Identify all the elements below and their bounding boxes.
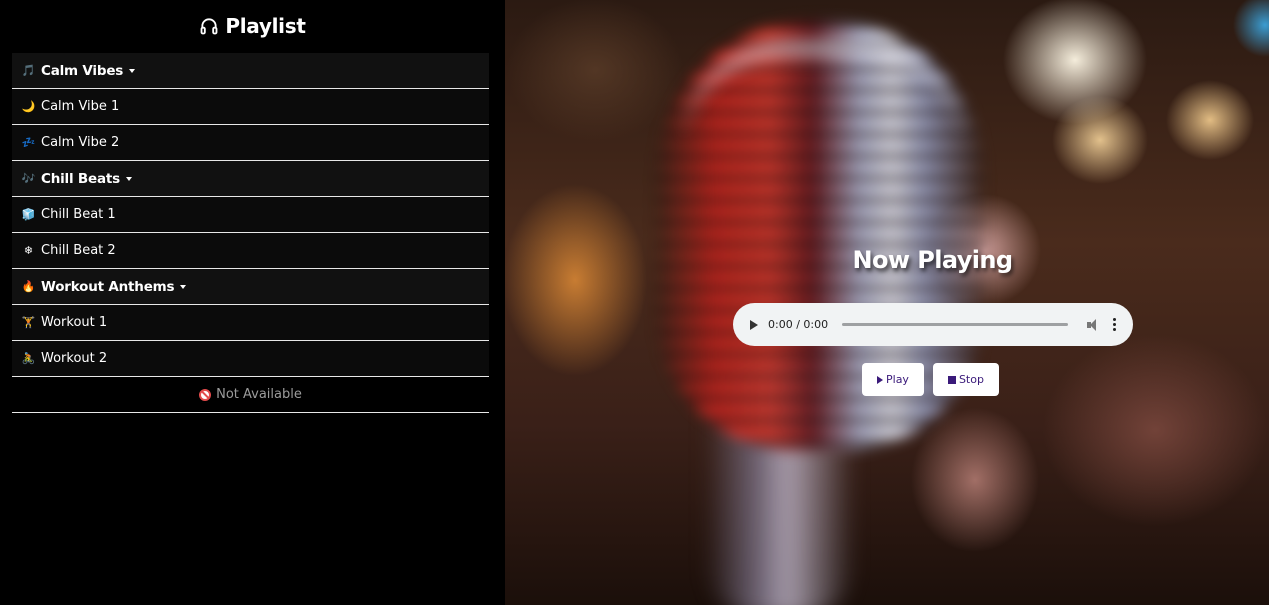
stop-button[interactable]: Stop xyxy=(932,363,999,396)
playlist-track[interactable]: 🌙 Calm Vibe 1 xyxy=(12,89,489,125)
audio-play-icon[interactable] xyxy=(750,319,758,330)
track-emoji-icon: 🔥 xyxy=(21,280,36,293)
playlist-group[interactable]: 🎶 Chill Beats xyxy=(12,161,489,197)
track-emoji-icon: ❄ xyxy=(23,244,34,257)
track-emoji-icon: 🧊 xyxy=(21,208,36,221)
playlist-track[interactable]: 💤 Calm Vibe 2 xyxy=(12,125,489,161)
track-emoji-icon: 🚴 xyxy=(21,352,36,365)
playlist-list: 🎵 Calm Vibes 🌙 Calm Vibe 1 💤 Calm Vibe 2 🎶 Chil… xyxy=(12,53,489,413)
playlist-title-text: Playlist xyxy=(225,14,306,38)
playlist-track[interactable]: 🚴 Workout 2 xyxy=(12,341,489,377)
playlist-group[interactable]: 🎵 Calm Vibes xyxy=(12,53,489,89)
track-emoji-icon: 💤 xyxy=(21,136,36,149)
playlist-title: Playlist xyxy=(0,0,505,52)
more-options-icon[interactable] xyxy=(1113,318,1117,331)
play-button-label: Play xyxy=(886,373,909,386)
track-emoji-icon: 🎶 xyxy=(21,172,36,185)
stop-button-label: Stop xyxy=(958,373,984,386)
now-playing-heading: Now Playing xyxy=(852,246,1014,274)
track-label: Calm Vibe 1 xyxy=(41,99,120,114)
track-emoji-icon: 🎵 xyxy=(21,64,36,77)
playlist-group[interactable]: 🔥 Workout Anthems xyxy=(12,269,489,305)
group-label: Workout Anthems xyxy=(41,278,175,295)
track-label: Workout 1 xyxy=(41,315,108,330)
playlist-sidebar: Playlist 🎵 Calm Vibes 🌙 Calm Vibe 1 💤 Calm Vi… xyxy=(0,0,505,605)
now-playing-panel: Now Playing 0:00 / 0:00 Play Stop xyxy=(505,0,1269,605)
player-controls: Play Stop xyxy=(862,363,999,396)
play-icon xyxy=(877,375,883,384)
stop-icon xyxy=(947,375,956,384)
track-label: Workout 2 xyxy=(41,351,108,366)
group-label: Chill Beats xyxy=(41,170,120,187)
track-label: Calm Vibe 2 xyxy=(41,135,120,150)
track-label: Chill Beat 1 xyxy=(41,207,116,222)
audio-player[interactable]: 0:00 / 0:00 xyxy=(733,303,1133,346)
caret-down-icon xyxy=(125,176,132,181)
volume-icon[interactable] xyxy=(1087,318,1101,331)
caret-down-icon xyxy=(129,68,136,73)
caret-down-icon xyxy=(180,284,187,289)
track-label: Chill Beat 2 xyxy=(41,243,116,258)
playlist-track[interactable]: 🧊 Chill Beat 1 xyxy=(12,197,489,233)
not-available-label: Not Available xyxy=(216,387,302,402)
play-button[interactable]: Play xyxy=(862,363,924,396)
headphones-icon xyxy=(200,18,218,35)
prohibited-icon xyxy=(199,388,212,401)
track-emoji-icon: 🌙 xyxy=(21,100,36,113)
group-label: Calm Vibes xyxy=(41,62,124,79)
track-emoji-icon: 🏋 xyxy=(21,316,36,329)
playlist-track[interactable]: 🏋 Workout 1 xyxy=(12,305,489,341)
not-available-row: Not Available xyxy=(12,377,489,413)
playlist-track[interactable]: ❄ Chill Beat 2 xyxy=(12,233,489,269)
audio-progress-bar[interactable] xyxy=(842,323,1069,326)
audio-time: 0:00 / 0:00 xyxy=(768,318,829,331)
